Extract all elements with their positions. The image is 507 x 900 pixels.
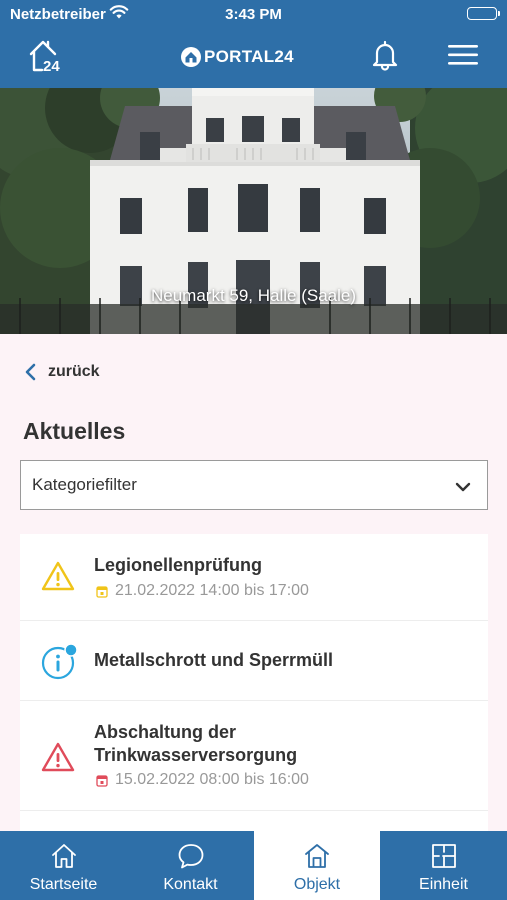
calendar-icon xyxy=(96,774,108,787)
category-filter-value: Kategoriefilter xyxy=(32,475,137,494)
tab-label: Objekt xyxy=(293,876,341,893)
calendar-icon xyxy=(96,585,108,598)
news-date: 15.02.2022 08:00 bis 16:00 xyxy=(96,771,309,789)
tab-label: Kontakt xyxy=(163,876,218,893)
logo-text: PORTAL24 xyxy=(204,47,294,66)
clock: 3:43 PM xyxy=(225,6,282,23)
page-title: Aktuelles xyxy=(23,418,126,444)
chat-icon xyxy=(178,844,203,869)
tab-startseite[interactable]: Startseite xyxy=(0,831,127,900)
category-filter-select[interactable]: Kategoriefilter xyxy=(20,460,488,510)
tab-objekt[interactable]: Objekt xyxy=(254,831,380,900)
bell-icon[interactable] xyxy=(368,38,402,77)
battery-icon xyxy=(467,7,500,20)
news-date: 21.02.2022 14:00 bis 17:00 xyxy=(96,582,309,600)
news-date-text: 21.02.2022 14:00 bis 17:00 xyxy=(115,582,309,599)
svg-text:24: 24 xyxy=(43,58,60,74)
news-item-trinkwasser[interactable]: Abschaltung der Trinkwasserversorgung 15… xyxy=(20,701,488,811)
news-item-metallschrott[interactable]: Metallschrott und Sperrmüll xyxy=(20,621,488,701)
news-item-legionellenpruefung[interactable]: Legionellenprüfung 21.02.2022 14:00 bis … xyxy=(20,534,488,621)
news-title: Abschaltung der Trinkwasserversorgung xyxy=(94,722,298,765)
property-address: Neumarkt 59, Halle (Saale) xyxy=(150,286,357,305)
chevron-left-icon xyxy=(25,363,36,381)
tab-label: Einheit xyxy=(419,876,468,893)
back-label: zurück xyxy=(48,363,100,380)
chevron-down-icon xyxy=(455,478,471,498)
tab-kontakt[interactable]: Kontakt xyxy=(127,831,254,900)
warning-yellow-icon xyxy=(41,560,75,597)
news-date-text: 15.02.2022 08:00 bis 16:00 xyxy=(115,771,309,788)
floorplan-icon xyxy=(431,844,456,868)
tab-label: Startseite xyxy=(29,876,98,893)
unread-dot-icon xyxy=(64,643,78,657)
property-hero-image: Neumarkt 59, Halle (Saale) xyxy=(0,88,507,334)
info-icon xyxy=(41,643,78,685)
hamburger-menu-icon[interactable] xyxy=(446,42,480,73)
back-link[interactable]: zurück xyxy=(24,362,100,382)
news-title: Metallschrott und Sperrmüll xyxy=(94,650,334,670)
logo-house-icon xyxy=(181,47,201,67)
home-icon xyxy=(51,844,76,868)
building-icon xyxy=(305,844,329,868)
news-title: Legionellenprüfung xyxy=(94,555,262,575)
app-header: 24 PORTAL24 xyxy=(0,28,507,88)
portal24-logo: PORTAL24 xyxy=(180,43,294,71)
news-list: Legionellenprüfung 21.02.2022 14:00 bis … xyxy=(20,534,488,831)
bottom-tab-bar: Startseite Kontakt Objekt Einheit xyxy=(0,831,507,900)
home-24-icon[interactable]: 24 xyxy=(28,38,62,79)
status-bar: Netzbetreiber 3:43 PM xyxy=(0,0,507,28)
warning-red-icon xyxy=(41,741,75,778)
tab-einheit[interactable]: Einheit xyxy=(380,831,507,900)
